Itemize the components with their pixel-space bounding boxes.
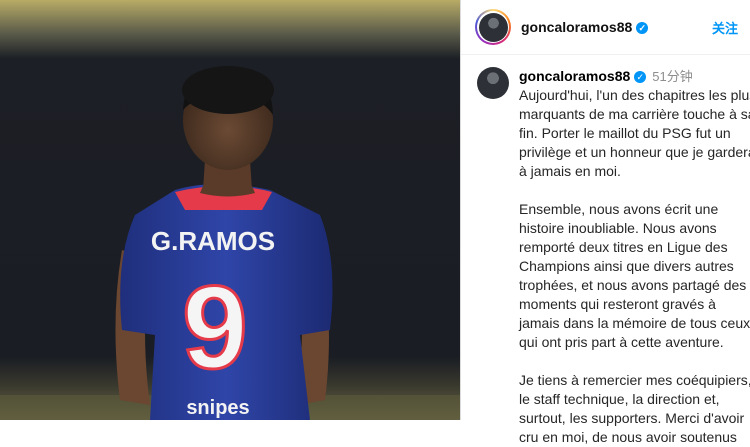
caption-text: Aujourd'hui, l'un des chapitres les plus… — [519, 87, 750, 445]
post-time[interactable]: 51分钟 — [652, 69, 692, 84]
follow-button[interactable]: 关注 — [712, 18, 738, 37]
header-username[interactable]: goncaloramos88 ✓ — [521, 19, 649, 35]
post-sidebar: goncaloramos88 ✓ 关注 goncaloramos88 ✓ 51分钟 A… — [460, 0, 750, 445]
player-photo: G.RAMOS 9 snipes — [0, 0, 460, 420]
jersey-sponsor: snipes — [186, 397, 249, 419]
instagram-post-view: G.RAMOS 9 snipes goncaloramos88 ✓ 关注 gonc… — [0, 0, 750, 445]
verified-icon: ✓ — [634, 71, 647, 83]
verified-icon: ✓ — [636, 22, 649, 34]
header-avatar[interactable] — [475, 9, 511, 45]
jersey-number: 9 — [182, 262, 248, 394]
post-photo[interactable]: G.RAMOS 9 snipes — [0, 0, 460, 420]
caption-meta: goncaloramos88 ✓ 51分钟 — [519, 67, 750, 86]
caption-avatar[interactable] — [477, 67, 509, 99]
post-header: goncaloramos88 ✓ 关注 — [461, 0, 750, 55]
caption-username[interactable]: goncaloramos88 — [519, 68, 630, 84]
jersey-name: G.RAMOS — [151, 226, 275, 256]
caption-block: goncaloramos88 ✓ 51分钟 Aujourd'hui, l'un de… — [461, 55, 750, 447]
